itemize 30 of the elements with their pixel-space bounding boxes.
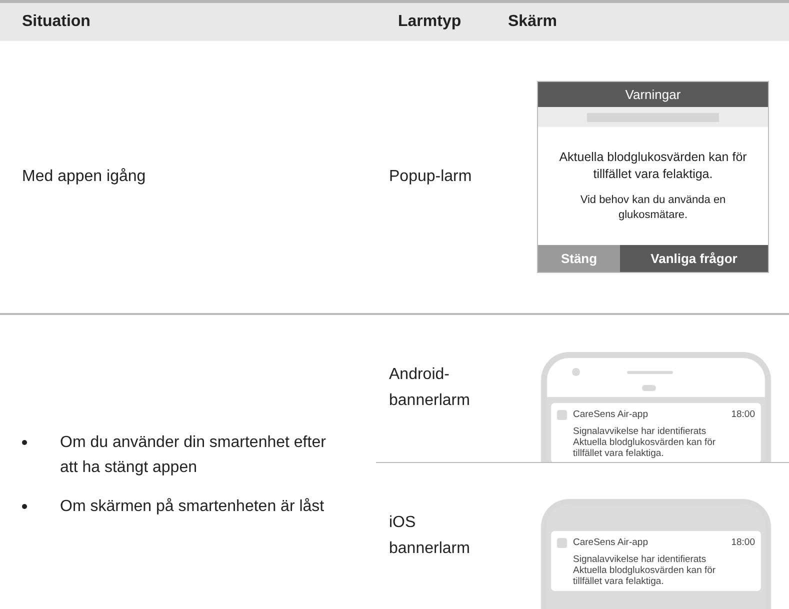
dialog-title: Varningar <box>625 86 681 104</box>
column-header: Larmtyp <box>398 13 462 30</box>
app-name: CareSens Air-app <box>573 408 649 422</box>
alert-type: Popup-larm <box>389 167 473 187</box>
alert-message: Aktuella blodglukosvärden kan för tillfället vara felaktiga. <box>558 149 748 183</box>
alert-hint: Vid behov kan du använda en glukosmätare. <box>579 193 727 223</box>
notification-text: Aktuella blodglukosvärden kan för <box>573 565 717 576</box>
app-icon <box>557 538 567 548</box>
column-header: Skärm <box>508 13 557 30</box>
camera-icon <box>572 368 580 376</box>
alert-type: Android-bannerlarm <box>389 365 471 412</box>
alert-type: iOS bannerlarm <box>389 512 471 559</box>
speaker-icon <box>627 370 673 374</box>
situation-text: Med appen igång <box>22 167 147 187</box>
bullet-icon <box>22 440 27 444</box>
bullet-icon <box>22 504 27 508</box>
notification-text: tillfället vara felaktiga. <box>573 448 665 459</box>
notification-text: tillfället vara felaktiga. <box>573 576 665 588</box>
notification-time: 18:00 <box>731 536 755 550</box>
situation-item: Om du använder din smartenhet efter att ha stängt appen <box>60 432 327 478</box>
notification-text: Signalavvikelse har identifierats <box>573 426 708 437</box>
situation-item: Om skärmen på smartenheten är låst <box>60 496 326 516</box>
faq-button[interactable]: Vanliga frågor <box>620 245 768 272</box>
app-icon <box>557 410 567 420</box>
notification-time: 18:00 <box>731 408 755 422</box>
notification-text: Aktuella blodglukosvärden kan för <box>573 436 717 448</box>
notification-text: Signalavvikelse har identifierats <box>573 554 708 566</box>
column-header: Situation <box>22 13 90 30</box>
app-name: CareSens Air-app <box>573 536 649 550</box>
sensor-icon <box>642 384 656 390</box>
